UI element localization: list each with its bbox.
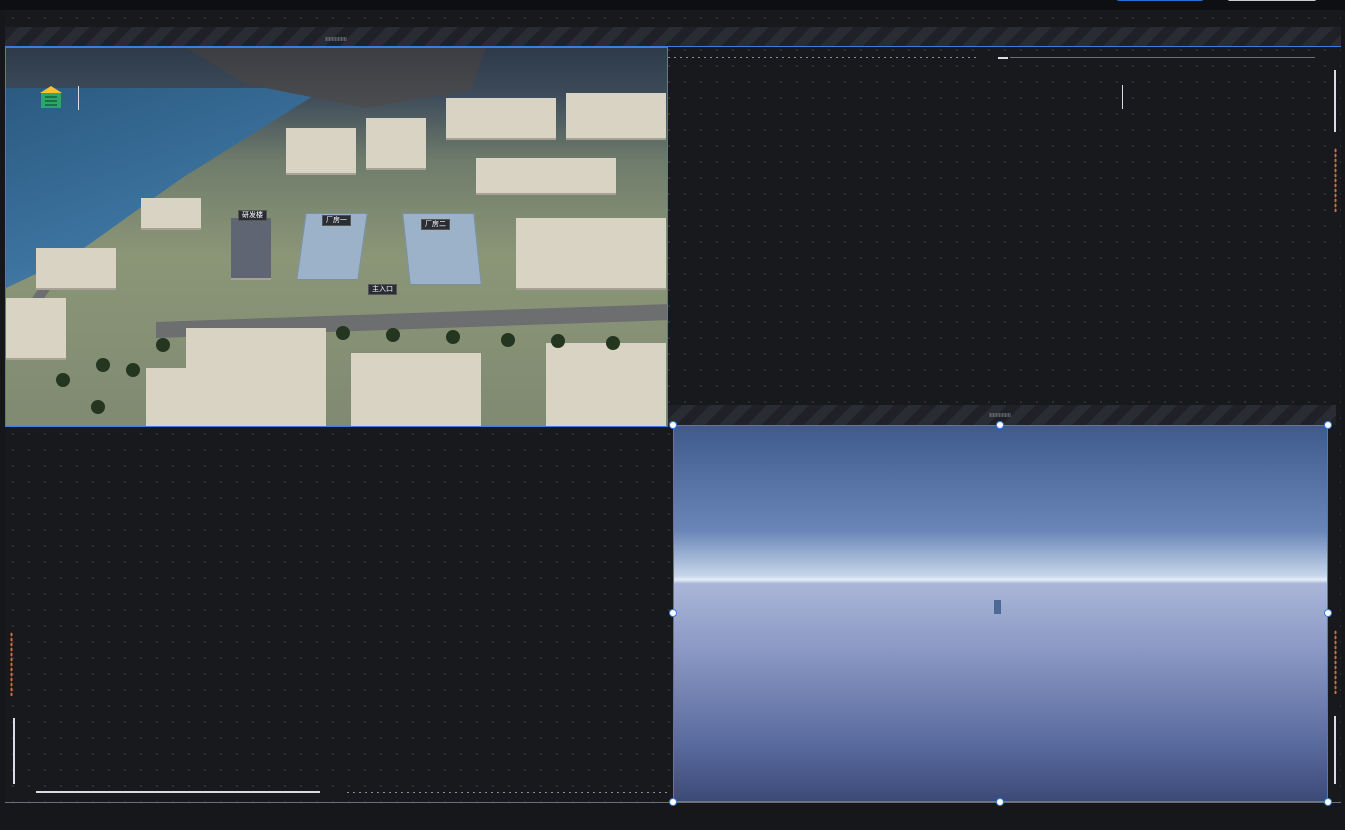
building bbox=[36, 248, 116, 288]
frame-top-mark-right bbox=[998, 57, 1008, 59]
building bbox=[546, 343, 666, 426]
building bbox=[186, 328, 326, 426]
frame-accent-right-bottom bbox=[1334, 630, 1337, 694]
tree bbox=[501, 333, 515, 347]
tree bbox=[96, 358, 110, 372]
frame-top-right bbox=[1010, 57, 1315, 58]
resize-handle-bottom-left[interactable] bbox=[669, 798, 677, 806]
resize-handle-top-left[interactable] bbox=[669, 421, 677, 429]
tree bbox=[91, 400, 105, 414]
drag-bar-top[interactable] bbox=[5, 27, 1341, 47]
secondary-top-button[interactable] bbox=[1227, 0, 1317, 1]
frame-accent-right-top bbox=[1334, 148, 1337, 212]
tree bbox=[551, 334, 565, 348]
frame-right-bottom bbox=[1334, 716, 1336, 784]
frame-right-top bbox=[1334, 70, 1336, 132]
resize-handle-right[interactable] bbox=[1324, 609, 1332, 617]
scene-3d-view[interactable] bbox=[673, 425, 1328, 802]
resize-handle-top[interactable] bbox=[996, 421, 1004, 429]
building bbox=[366, 118, 426, 168]
office-building bbox=[231, 218, 271, 278]
header-separator-right bbox=[1122, 85, 1123, 109]
tree bbox=[446, 330, 460, 344]
frame-dots-bottom bbox=[345, 791, 670, 794]
header-separator-left bbox=[78, 86, 79, 110]
top-bar bbox=[0, 0, 1345, 10]
city-3d-view[interactable]: 研发楼 厂房一 厂房二 主入口 bbox=[5, 47, 668, 427]
resize-handle-top-right[interactable] bbox=[1324, 421, 1332, 429]
label-factory-2[interactable]: 厂房二 bbox=[421, 219, 450, 230]
frame-bottom-left bbox=[36, 791, 320, 793]
tree bbox=[156, 338, 170, 352]
building bbox=[141, 198, 201, 228]
building bbox=[476, 158, 616, 193]
scene-building bbox=[994, 600, 1001, 614]
frame-left-bottom bbox=[13, 718, 15, 784]
label-factory-1[interactable]: 厂房一 bbox=[322, 215, 351, 226]
tree bbox=[336, 326, 350, 340]
tree bbox=[606, 336, 620, 350]
building bbox=[351, 353, 481, 426]
building bbox=[566, 93, 666, 138]
building bbox=[286, 128, 356, 173]
resize-handle-bottom[interactable] bbox=[996, 798, 1004, 806]
tree bbox=[386, 328, 400, 342]
label-main-entrance[interactable]: 主入口 bbox=[368, 284, 397, 295]
warehouse-home-icon[interactable] bbox=[38, 84, 64, 110]
resize-handle-bottom-right[interactable] bbox=[1324, 798, 1332, 806]
building bbox=[446, 98, 556, 138]
building bbox=[146, 368, 206, 426]
label-rd-building[interactable]: 研发楼 bbox=[238, 210, 267, 221]
building bbox=[6, 298, 66, 358]
tree bbox=[56, 373, 70, 387]
drag-grip-top[interactable] bbox=[325, 37, 347, 41]
drag-grip-scene[interactable] bbox=[989, 413, 1011, 417]
frame-accent-left-bottom bbox=[10, 632, 13, 696]
tree bbox=[126, 363, 140, 377]
primary-top-button[interactable] bbox=[1116, 0, 1204, 1]
building bbox=[516, 218, 666, 288]
resize-handle-left[interactable] bbox=[669, 609, 677, 617]
